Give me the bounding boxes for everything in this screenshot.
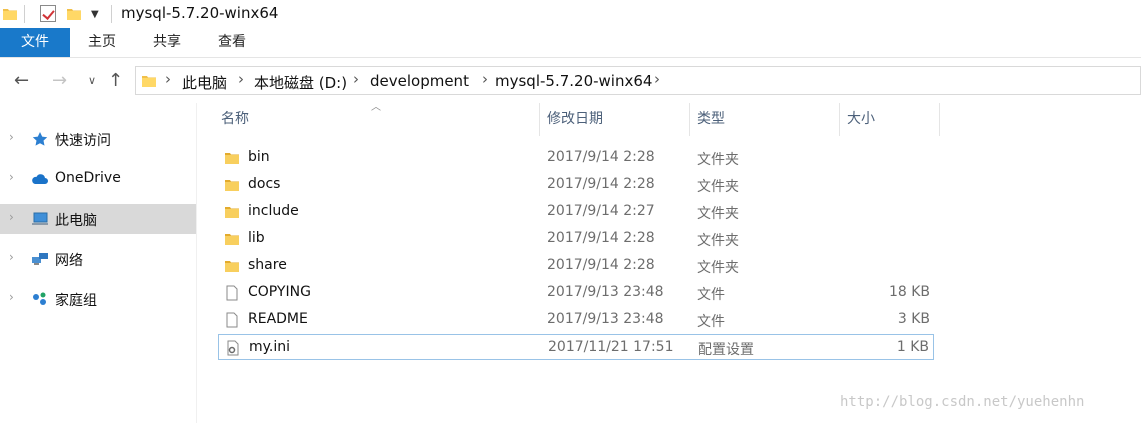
- expand-chevron-icon[interactable]: ›: [9, 130, 14, 144]
- column-header-date-modified[interactable]: 修改日期: [540, 103, 689, 136]
- sidebar-item-this-pc[interactable]: › 此电脑: [0, 204, 196, 234]
- file-size: 1 KB: [896, 339, 929, 355]
- folder-icon: [225, 207, 239, 218]
- file-row[interactable]: COPYING 2017/9/13 23:48 文件 18 KB: [218, 280, 934, 306]
- column-header-name[interactable]: 名称: [214, 103, 539, 136]
- cloud-icon: [32, 174, 48, 184]
- column-header-type[interactable]: 类型: [690, 103, 839, 136]
- file-date: 2017/9/14 2:27: [547, 203, 655, 219]
- column-header-size[interactable]: 大小: [840, 103, 939, 136]
- sidebar-item-label: 家庭组: [55, 293, 97, 309]
- navigation-pane: › 快速访问 › OneDrive › 此电脑 › 网络 › 家庭组: [0, 103, 197, 423]
- expand-chevron-icon[interactable]: ›: [9, 170, 14, 184]
- sidebar-item-quick-access[interactable]: › 快速访问: [0, 124, 196, 154]
- breadcrumb-mysql-folder[interactable]: mysql-5.7.20-winx64: [495, 72, 652, 90]
- breadcrumb-this-pc[interactable]: 此电脑: [182, 72, 227, 93]
- tab-home[interactable]: 主页: [78, 28, 126, 57]
- file-type: 文件夹: [697, 260, 739, 276]
- sidebar-item-onedrive[interactable]: › OneDrive: [0, 164, 196, 194]
- customize-toolbar-dropdown-icon[interactable]: ▼: [91, 9, 99, 20]
- file-name: my.ini: [249, 339, 291, 355]
- breadcrumb-development[interactable]: development: [370, 72, 469, 90]
- tab-file[interactable]: 文件: [0, 28, 70, 57]
- expand-chevron-icon[interactable]: ›: [9, 210, 14, 224]
- sidebar-item-label: 此电脑: [55, 213, 97, 229]
- title-bar: ▼ mysql-5.7.20-winx64: [0, 0, 1141, 28]
- file-date: 2017/9/14 2:28: [547, 230, 655, 246]
- expand-chevron-icon[interactable]: ›: [9, 290, 14, 304]
- file-type: 文件夹: [697, 152, 739, 168]
- folder-icon: [225, 153, 239, 164]
- breadcrumb-chevron-icon[interactable]: ›: [165, 70, 171, 88]
- star-icon: [32, 132, 48, 146]
- sidebar-item-label: 网络: [55, 253, 83, 269]
- folder-icon: [225, 234, 239, 245]
- file-type: 文件夹: [697, 233, 739, 249]
- file-name: bin: [248, 149, 270, 165]
- file-row[interactable]: my.ini 2017/11/21 17:51 配置设置 1 KB: [218, 334, 934, 360]
- tab-share[interactable]: 共享: [143, 28, 191, 57]
- file-row[interactable]: share 2017/9/14 2:28 文件夹: [218, 253, 934, 279]
- file-name: lib: [248, 230, 265, 246]
- config-file-icon: [227, 340, 239, 356]
- file-row[interactable]: include 2017/9/14 2:27 文件夹: [218, 199, 934, 225]
- folder-icon[interactable]: [3, 7, 17, 20]
- file-date: 2017/9/14 2:28: [547, 176, 655, 192]
- file-row[interactable]: docs 2017/9/14 2:28 文件夹: [218, 172, 934, 198]
- file-name: README: [248, 311, 308, 327]
- folder-icon: [225, 261, 239, 272]
- column-divider[interactable]: [939, 103, 940, 136]
- new-folder-icon[interactable]: [67, 7, 81, 20]
- file-type: 文件: [697, 314, 725, 330]
- expand-chevron-icon[interactable]: ›: [9, 250, 14, 264]
- forward-button[interactable]: →: [52, 70, 67, 91]
- file-type: 配置设置: [698, 342, 754, 358]
- file-icon: [226, 312, 238, 328]
- window-title: mysql-5.7.20-winx64: [121, 4, 279, 22]
- folder-icon: [142, 76, 156, 87]
- back-button[interactable]: ←: [14, 70, 29, 91]
- file-date: 2017/9/14 2:28: [547, 257, 655, 273]
- tab-view[interactable]: 查看: [208, 28, 256, 57]
- file-size: 18 KB: [888, 284, 930, 300]
- title-separator: [111, 5, 112, 23]
- up-button[interactable]: ↑: [108, 70, 123, 91]
- toolbar-separator: [24, 5, 25, 23]
- folder-icon: [225, 180, 239, 191]
- address-bar[interactable]: › 此电脑 › 本地磁盘 (D:) › development › mysql-…: [135, 66, 1141, 95]
- file-type: 文件夹: [697, 206, 739, 222]
- breadcrumb-chevron-icon[interactable]: ›: [654, 70, 660, 88]
- breadcrumb-chevron-icon[interactable]: ›: [353, 70, 359, 88]
- homegroup-icon: [33, 292, 46, 305]
- network-icon: [32, 253, 48, 265]
- file-row[interactable]: lib 2017/9/14 2:28 文件夹: [218, 226, 934, 252]
- file-type: 文件夹: [697, 179, 739, 195]
- file-date: 2017/9/13 23:48: [547, 284, 664, 300]
- file-name: docs: [248, 176, 281, 192]
- properties-icon[interactable]: [40, 5, 56, 22]
- file-date: 2017/11/21 17:51: [548, 339, 674, 355]
- breadcrumb-local-disk[interactable]: 本地磁盘 (D:): [254, 72, 347, 93]
- file-name: share: [248, 257, 287, 273]
- watermark: http://blog.csdn.net/yuehenhn: [840, 394, 1085, 410]
- file-size: 3 KB: [897, 311, 930, 327]
- file-name: include: [248, 203, 299, 219]
- file-row[interactable]: README 2017/9/13 23:48 文件 3 KB: [218, 307, 934, 333]
- file-type: 文件: [697, 287, 725, 303]
- ribbon-tabs: 文件 主页 共享 查看: [0, 28, 1141, 58]
- file-name: COPYING: [248, 284, 311, 300]
- sidebar-item-label: OneDrive: [55, 170, 121, 186]
- sidebar-item-homegroup[interactable]: › 家庭组: [0, 284, 196, 314]
- recent-locations-icon[interactable]: ∨: [88, 74, 96, 87]
- breadcrumb-chevron-icon[interactable]: ›: [238, 70, 244, 88]
- sidebar-item-network[interactable]: › 网络: [0, 244, 196, 274]
- computer-icon: [32, 212, 48, 225]
- breadcrumb-chevron-icon[interactable]: ›: [482, 70, 488, 88]
- file-date: 2017/9/13 23:48: [547, 311, 664, 327]
- sidebar-item-label: 快速访问: [55, 133, 111, 149]
- file-row[interactable]: bin 2017/9/14 2:28 文件夹: [218, 145, 934, 171]
- file-icon: [226, 285, 238, 301]
- file-date: 2017/9/14 2:28: [547, 149, 655, 165]
